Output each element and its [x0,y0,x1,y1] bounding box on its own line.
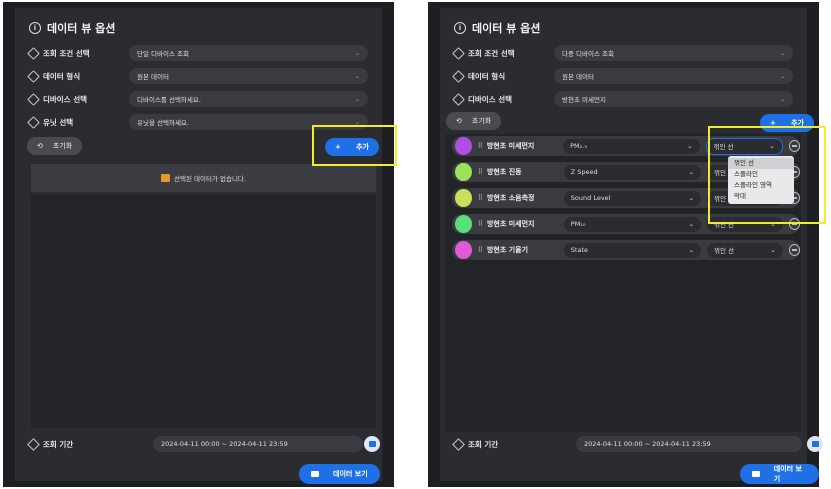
chevron-down-icon: ⌄ [779,49,785,57]
panel-title-text: 데이터 뷰 옵션 [47,22,116,35]
highlight-box [708,126,826,224]
filter-label: 디바이스 선택 [468,94,513,104]
right-panel: i 데이터 뷰 옵션 조회 조건 선택 다중 디바이스 조회 ⌄ 데이터 형식 원… [428,2,823,487]
period-row: 조회 기간 [452,435,499,453]
series-field-select[interactable]: Z Speed ⌄ [563,164,702,180]
chevron-down-icon: ⌄ [779,95,785,103]
chevron-down-icon: ⌄ [688,246,695,254]
series-name: 방현초 기울기 [486,246,529,254]
filter-row-query-type: 조회 조건 선택 단일 디바이스 조회 ⌄ [27,44,368,62]
remove-series-icon[interactable] [788,244,800,256]
data-format-select[interactable]: 원본 데이터 ⌄ [554,68,793,84]
chevron-down-icon: ⌄ [354,95,360,103]
drag-handle-icon[interactable]: ⠿ [478,168,483,176]
tag-icon [27,46,40,60]
filter-label: 데이터 형식 [43,71,81,81]
series-field-select[interactable]: PM₂.₅ ⌄ [563,138,700,154]
filter-label: 디바이스 선택 [43,94,88,104]
tag-icon [452,92,465,106]
chevron-down-icon: ⌄ [687,142,693,150]
series-color-swatch[interactable] [455,137,472,155]
reset-icon: ⟲ [456,117,462,125]
filter-label: 조회 조건 선택 [43,48,90,58]
period-label: 조회 기간 [43,439,74,449]
reset-button[interactable]: ⟲ 초기화 [446,112,502,130]
filter-row-data-format: 데이터 형식 원본 데이터 ⌄ [27,67,368,85]
chevron-down-icon: ⌄ [354,72,360,80]
period-label: 조회 기간 [468,439,499,449]
empty-message: 선택된 데이터가 없습니다. [174,175,246,183]
series-name: 방현초 소음측정 [486,194,535,202]
filter-label: 데이터 형식 [468,71,506,81]
drag-handle-icon[interactable]: ⠿ [478,142,483,150]
series-color-swatch[interactable] [455,189,472,207]
filter-row-device: 디바이스 선택 디바이스를 선택하세요. ⌄ [27,90,368,108]
series-name: 방현초 미세먼지 [486,220,535,228]
drag-handle-icon[interactable]: ⠿ [478,246,483,254]
series-name: 방현초 진동 [486,168,522,176]
series-row[interactable]: ⠿ 방현초 기울기 State ⌄ 꺾인 선 ⌄ [452,240,800,260]
tag-icon [27,69,40,83]
panel-title: i 데이터 뷰 옵션 [29,20,115,36]
panel-title: i 데이터 뷰 옵션 [454,20,540,36]
calendar-button[interactable] [364,436,380,452]
filter-label: 조회 조건 선택 [468,48,515,58]
drag-handle-icon[interactable]: ⠿ [478,194,483,202]
filter-row-device: 디바이스 선택 방현초 미세먼지 ⌄ [452,90,793,108]
drag-handle-icon[interactable]: ⠿ [478,220,483,228]
series-color-swatch[interactable] [455,241,472,259]
filter-row-query-type: 조회 조건 선택 다중 디바이스 조회 ⌄ [452,44,793,62]
query-type-select[interactable]: 단일 디바이스 조회 ⌄ [129,45,368,61]
tag-icon [452,46,465,60]
chevron-down-icon: ⌄ [688,220,695,228]
calendar-icon [368,441,376,447]
period-input[interactable]: 2024-04-11 00:00 ~ 2024-04-11 23:59 [153,436,363,452]
series-field-select[interactable]: State ⌄ [563,242,702,258]
info-icon: i [29,22,41,34]
left-panel: i 데이터 뷰 옵션 조회 조건 선택 단일 디바이스 조회 ⌄ 데이터 형식 원… [3,2,394,487]
chevron-down-icon: ⌄ [779,72,785,80]
series-color-swatch[interactable] [455,163,472,181]
reset-icon: ⟲ [37,142,43,150]
chevron-down-icon: ⌄ [688,194,695,202]
period-row: 조회 기간 [27,435,74,453]
series-color-swatch[interactable] [455,215,472,233]
filter-label: 유닛 선택 [43,117,74,127]
reset-button[interactable]: ⟲ 초기화 [27,137,83,155]
chevron-down-icon: ⌄ [688,168,695,176]
tag-icon [27,437,40,451]
data-format-select[interactable]: 원본 데이터 ⌄ [129,68,368,84]
series-name: 방현초 미세먼지 [486,142,535,150]
info-icon: i [454,22,466,34]
chevron-down-icon: ⌄ [354,49,360,57]
chart-icon [311,471,319,477]
chevron-down-icon: ⌄ [770,246,776,254]
chart-icon [752,471,760,477]
warning-icon [161,174,170,182]
series-field-select[interactable]: Sound Level ⌄ [563,190,702,206]
period-input[interactable]: 2024-04-11 00:00 ~ 2024-04-11 23:59 [576,436,802,452]
calendar-button[interactable] [807,436,823,452]
tag-icon [452,437,465,451]
highlight-box [312,125,397,166]
panel-title-text: 데이터 뷰 옵션 [472,22,541,35]
view-data-button[interactable]: 데이터 보기 [740,464,819,484]
left-panel-body: i 데이터 뷰 옵션 조회 조건 선택 단일 디바이스 조회 ⌄ 데이터 형식 원… [15,8,382,484]
empty-state: 선택된 데이터가 없습니다. [31,164,376,192]
view-data-button[interactable]: 데이터 보기 [299,464,380,484]
tag-icon [452,69,465,83]
series-style-select[interactable]: 꺾인 선⌄ [707,242,783,258]
tag-icon [27,92,40,106]
device-select[interactable]: 디바이스를 선택하세요. ⌄ [129,91,368,107]
device-select[interactable]: 방현초 미세먼지 ⌄ [554,91,793,107]
query-type-select[interactable]: 다중 디바이스 조회 ⌄ [554,45,793,61]
tag-icon [27,115,40,129]
filter-row-data-format: 데이터 형식 원본 데이터 ⌄ [452,67,793,85]
calendar-icon [811,441,819,447]
series-field-select[interactable]: PM₁₀ ⌄ [563,216,702,232]
series-list-area [31,194,376,428]
